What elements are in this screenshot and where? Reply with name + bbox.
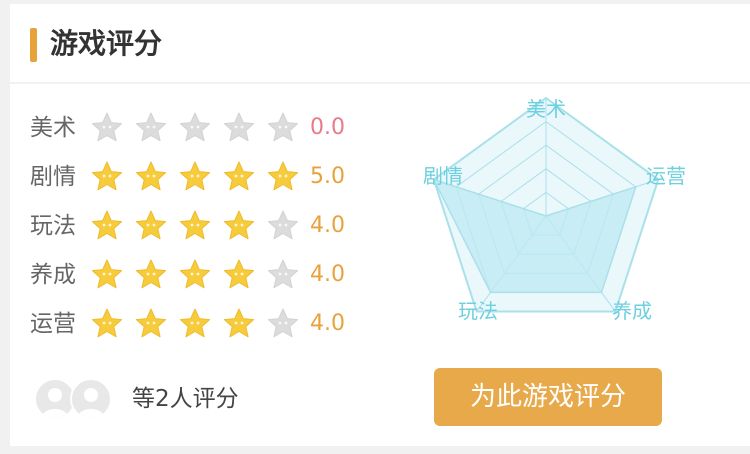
user-avatar-icon [78, 388, 104, 418]
star-filled-icon[interactable] [178, 209, 212, 243]
star-empty-icon[interactable] [134, 111, 168, 145]
rating-score: 4.0 [310, 262, 345, 287]
user-avatar [70, 378, 112, 420]
radar-label-gameplay: 玩法 [458, 299, 498, 323]
star-empty-icon[interactable] [266, 209, 300, 243]
star-empty-icon[interactable] [178, 111, 212, 145]
star-filled-icon[interactable] [178, 307, 212, 341]
star-filled-icon[interactable] [90, 160, 124, 194]
title-accent-bar [30, 28, 37, 62]
radar-label-story: 剧情 [423, 164, 463, 188]
rating-score: 5.0 [310, 164, 345, 189]
radar-label-operation: 运营 [646, 164, 686, 188]
star-filled-icon[interactable] [90, 307, 124, 341]
star-empty-icon[interactable] [266, 307, 300, 341]
rating-label: 运营 [30, 311, 76, 337]
rating-score: 0.0 [310, 115, 345, 140]
star-filled-icon[interactable] [134, 160, 168, 194]
rating-label: 剧情 [30, 164, 76, 190]
star-empty-icon[interactable] [266, 111, 300, 145]
star-filled-icon[interactable] [222, 209, 256, 243]
star-filled-icon[interactable] [134, 258, 168, 292]
raters-count-text: 等2人评分 [132, 386, 239, 412]
star-filled-icon[interactable] [222, 258, 256, 292]
star-filled-icon[interactable] [222, 160, 256, 194]
rating-score: 4.0 [310, 311, 345, 336]
rating-label: 美术 [30, 115, 76, 141]
star-filled-icon[interactable] [178, 258, 212, 292]
section-header: 游戏评分 [10, 4, 750, 84]
star-filled-icon[interactable] [90, 258, 124, 292]
rating-radar-chart: 美术 运营 养成 玩法 剧情 [423, 96, 686, 323]
star-filled-icon[interactable] [222, 307, 256, 341]
rate-game-button[interactable]: 为此游戏评分 [434, 368, 662, 426]
star-filled-icon[interactable] [266, 160, 300, 194]
star-filled-icon[interactable] [134, 307, 168, 341]
radar-label-art: 美术 [526, 97, 566, 121]
star-filled-icon[interactable] [178, 160, 212, 194]
radar-label-growth: 养成 [612, 299, 652, 323]
game-rating-card: 游戏评分 美术 0.0 剧情 5.0 玩法 4.0 养成 4.0 运营 4.0 … [10, 4, 750, 446]
section-title: 游戏评分 [50, 27, 163, 60]
rating-label: 玩法 [30, 213, 76, 239]
rating-label: 养成 [30, 262, 76, 288]
rating-score: 4.0 [310, 213, 345, 238]
star-empty-icon[interactable] [90, 111, 124, 145]
star-empty-icon[interactable] [222, 111, 256, 145]
star-empty-icon[interactable] [266, 258, 300, 292]
user-avatar-icon [42, 388, 68, 418]
star-filled-icon[interactable] [134, 209, 168, 243]
star-filled-icon[interactable] [90, 209, 124, 243]
